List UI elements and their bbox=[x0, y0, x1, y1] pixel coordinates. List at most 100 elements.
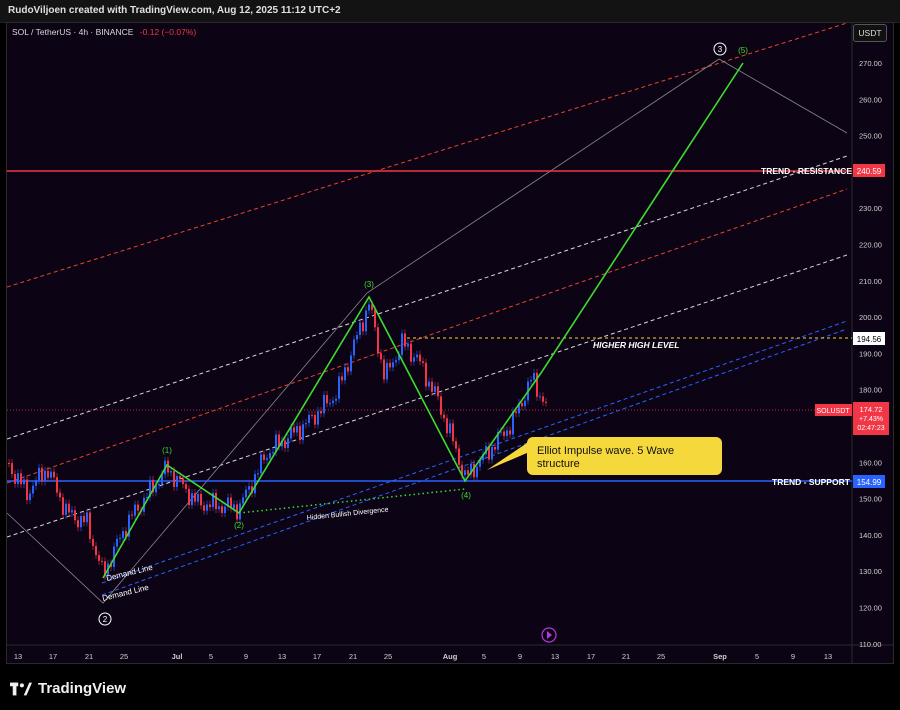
candle-body bbox=[344, 367, 346, 381]
candle-body bbox=[434, 386, 436, 392]
candle-body bbox=[452, 423, 454, 442]
symbol-tag-text: SOLUSDT bbox=[816, 408, 850, 415]
time-tick-label: Sep bbox=[713, 652, 727, 661]
candle-body bbox=[221, 506, 223, 513]
candle-body bbox=[242, 497, 244, 504]
price-tick-label: 200.00 bbox=[859, 313, 882, 322]
candle-body bbox=[386, 362, 388, 380]
candle-body bbox=[89, 512, 91, 539]
candle-body bbox=[68, 503, 70, 513]
candle-body bbox=[320, 411, 322, 414]
candle-body bbox=[542, 396, 544, 402]
candle-body bbox=[284, 440, 286, 448]
price-tick-label: 190.00 bbox=[859, 349, 882, 358]
candle-body bbox=[395, 360, 397, 363]
time-tick-label: 17 bbox=[587, 652, 595, 661]
brand-name: TradingView bbox=[38, 680, 127, 697]
symbol-legend[interactable]: SOL / TetherUS · 4h · BINANCE -0.12 (−0.… bbox=[12, 27, 196, 37]
candle-body bbox=[347, 367, 349, 372]
replay-icon-glyph bbox=[547, 631, 552, 639]
candle-body bbox=[200, 493, 202, 506]
chart-pane[interactable]: TREND - RESISTANCE HIGHER HIGH LEVEL TRE… bbox=[6, 22, 894, 664]
wave-label-3: (3) bbox=[364, 280, 374, 289]
price-axis[interactable]: 270.00260.00250.00240.00230.00220.00210.… bbox=[859, 59, 882, 649]
candle-body bbox=[296, 426, 298, 433]
candle-body bbox=[404, 333, 406, 347]
candle-body bbox=[209, 504, 211, 508]
candle-body bbox=[23, 479, 25, 485]
candle-body bbox=[245, 489, 247, 498]
price-tick-label: 270.00 bbox=[859, 59, 882, 68]
bar-countdown: 02:47:23 bbox=[857, 425, 884, 432]
price-tick-label: 220.00 bbox=[859, 241, 882, 250]
candle-body bbox=[116, 538, 118, 547]
candle-body bbox=[257, 473, 259, 475]
candle-body bbox=[449, 423, 451, 434]
resistance-price: 240.59 bbox=[857, 167, 882, 176]
candle-body bbox=[440, 396, 442, 415]
candle-body bbox=[188, 488, 190, 506]
candle-body bbox=[122, 531, 124, 538]
time-tick-label: 21 bbox=[85, 652, 93, 661]
time-tick-label: 25 bbox=[120, 652, 128, 661]
candle-body bbox=[494, 447, 496, 450]
candle-body bbox=[323, 395, 325, 414]
currency-button[interactable]: USDT bbox=[853, 24, 887, 42]
candle-body bbox=[131, 514, 133, 516]
divergence-label: Hidden Bullish Divergence bbox=[306, 506, 388, 522]
candle-body bbox=[509, 430, 511, 435]
candle-body bbox=[206, 504, 208, 511]
candle-body bbox=[80, 515, 82, 528]
candle-body bbox=[476, 466, 478, 478]
time-tick-label: 13 bbox=[824, 652, 832, 661]
candle-body bbox=[293, 427, 295, 433]
candle-body bbox=[515, 411, 517, 414]
time-tick-label: 9 bbox=[791, 652, 795, 661]
time-tick-label: 25 bbox=[657, 652, 665, 661]
candle-body bbox=[530, 379, 532, 382]
candle-body bbox=[194, 493, 196, 502]
candle-body bbox=[50, 471, 52, 478]
candle-body bbox=[374, 309, 376, 328]
tradingview-logo[interactable]: TradingView bbox=[10, 680, 126, 697]
candle-body bbox=[92, 538, 94, 546]
candle-body bbox=[20, 473, 22, 485]
candle-body bbox=[134, 504, 136, 516]
time-axis[interactable]: 13 17 21 25 Jul 5 9 13 17 21 25 Aug 5 9 13 17 21 25 Sep 5 9 1… bbox=[14, 652, 832, 661]
candle-body bbox=[8, 463, 10, 464]
candle-body bbox=[545, 401, 547, 403]
symbol-title[interactable]: SOL / TetherUS · 4h · BINANCE bbox=[12, 27, 133, 37]
demand-line-label-2: Demand Line bbox=[101, 583, 150, 603]
candle-body bbox=[191, 493, 193, 506]
candle-body bbox=[437, 386, 439, 397]
candles bbox=[8, 300, 547, 580]
time-tick-label: 5 bbox=[209, 652, 213, 661]
callout-line-2: structure bbox=[537, 458, 580, 470]
time-tick-label: Jul bbox=[172, 652, 183, 661]
candle-body bbox=[521, 403, 523, 407]
candle-body bbox=[29, 493, 31, 501]
candle-body bbox=[467, 470, 469, 475]
candle-body bbox=[533, 372, 535, 380]
candle-body bbox=[311, 414, 313, 416]
candle-body bbox=[443, 414, 445, 419]
candle-body bbox=[425, 362, 427, 387]
demand-line-label-1: Demand Line bbox=[105, 563, 154, 583]
candle-body bbox=[98, 555, 100, 561]
candle-body bbox=[389, 362, 391, 368]
chart-canvas[interactable]: TREND - RESISTANCE HIGHER HIGH LEVEL TRE… bbox=[7, 23, 894, 664]
candle-body bbox=[179, 475, 181, 479]
candle-body bbox=[428, 381, 430, 387]
candle-body bbox=[65, 503, 67, 515]
candle-body bbox=[266, 458, 268, 460]
price-tick-label: 180.00 bbox=[859, 386, 882, 395]
candle-body bbox=[11, 463, 13, 475]
wave-label-4: (4) bbox=[461, 491, 471, 500]
candle-body bbox=[77, 520, 79, 528]
candle-body bbox=[332, 400, 334, 404]
credit-text: RudoViljoen created with TradingView.com… bbox=[8, 5, 341, 16]
price-tick-label: 250.00 bbox=[859, 132, 882, 141]
wave-label-1: (1) bbox=[162, 446, 172, 455]
price-tick-label: 120.00 bbox=[859, 604, 882, 613]
price-tick-label: 260.00 bbox=[859, 95, 882, 104]
